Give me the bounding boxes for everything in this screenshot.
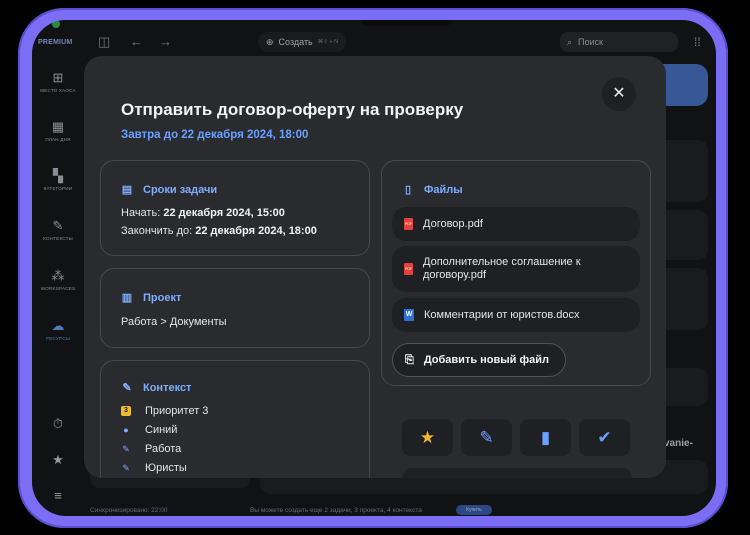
- context-item-label: Юристы: [145, 462, 187, 474]
- file-item[interactable]: PDF Договор.pdf: [392, 207, 640, 241]
- start-value: 22 декабря 2024, 15:00: [163, 207, 285, 219]
- palette-icon: ●: [123, 425, 129, 435]
- file-icon: ▯: [404, 184, 412, 196]
- clipboard-icon: ▥: [121, 292, 133, 304]
- star-icon: ★: [419, 428, 436, 447]
- files-heading: ▯ Файлы: [402, 183, 463, 197]
- project-card[interactable]: ▥ Проект Работа > Документы: [100, 268, 370, 348]
- context-item: 3 Приоритет 3: [121, 405, 208, 417]
- pdf-icon: PDF: [404, 263, 413, 275]
- file-item[interactable]: PDF Дополнительное соглашение к договору…: [392, 246, 640, 292]
- task-modal: ✕ Отправить договор-оферту на проверку З…: [84, 56, 666, 478]
- close-button[interactable]: ✕: [602, 77, 636, 111]
- delete-button[interactable]: ▮: [520, 419, 571, 456]
- end-line: Закончить до: 22 декабря 2024, 18:00: [121, 225, 317, 237]
- file-item[interactable]: W Комментарии от юристов.docx: [392, 298, 640, 332]
- file-name: Дополнительное соглашение к договору.pdf: [423, 256, 581, 281]
- context-item: ✎ Работа: [121, 443, 181, 455]
- app-screen: PREMIUM ⊞ Место хаоса ▦ План дня ▚ Катег…: [32, 20, 716, 516]
- end-label: Закончить до:: [121, 225, 193, 237]
- context-item-label: Приоритет 3: [145, 405, 209, 417]
- deadlines-heading: ▤ Сроки задачи: [121, 183, 218, 197]
- context-item-label: Работа: [145, 443, 182, 455]
- file-name: Комментарии от юристов.docx: [424, 309, 580, 321]
- complete-button[interactable]: ✔: [579, 419, 630, 456]
- end-value: 22 декабря 2024, 18:00: [195, 225, 317, 237]
- pdf-icon: PDF: [404, 218, 413, 230]
- project-heading-label: Проект: [143, 291, 182, 304]
- pin-icon: ✎: [122, 462, 130, 473]
- start-line: Начать: 22 декабря 2024, 15:00: [121, 207, 285, 219]
- task-title: Отправить договор-оферту на проверку: [121, 100, 464, 119]
- favorite-button[interactable]: ★: [402, 419, 453, 456]
- project-heading: ▥ Проект: [121, 291, 182, 305]
- context-card[interactable]: ✎ Контекст 3 Приоритет 3 ● Синий ✎ Работ…: [100, 360, 370, 478]
- calendar-icon: ▤: [121, 184, 133, 196]
- files-heading-label: Файлы: [424, 183, 463, 196]
- attach-file-icon: ⎘: [405, 353, 414, 366]
- delete-icon: ▮: [540, 428, 551, 447]
- files-card: ▯ Файлы PDF Договор.pdf PDF Дополнительн…: [381, 160, 651, 386]
- context-heading-label: Контекст: [143, 381, 192, 394]
- context-heading: ✎ Контекст: [121, 381, 192, 395]
- add-file-label: Добавить новый файл: [423, 354, 549, 366]
- context-item-label: Синий: [145, 424, 178, 436]
- start-label: Начать:: [121, 207, 161, 219]
- pin-icon: ✎: [122, 443, 130, 454]
- context-item: ● Синий: [121, 424, 177, 436]
- bottom-field: [402, 468, 632, 478]
- project-path: Работа > Документы: [121, 316, 227, 328]
- file-name: Договор.pdf: [423, 218, 483, 230]
- context-item: ✎ Юристы: [121, 462, 187, 474]
- deadlines-heading-label: Сроки задачи: [143, 183, 218, 196]
- deadlines-card[interactable]: ▤ Сроки задачи Начать: 22 декабря 2024, …: [100, 160, 370, 256]
- check-icon: ✔: [597, 428, 612, 447]
- edit-button[interactable]: ✎: [461, 419, 512, 456]
- task-due: Завтра до 22 декабря 2024, 18:00: [121, 129, 309, 141]
- word-icon: W: [404, 309, 414, 321]
- close-icon: ✕: [612, 85, 626, 102]
- add-file-button[interactable]: ⎘ Добавить новый файл: [392, 343, 566, 377]
- priority-badge: 3: [121, 406, 131, 416]
- pin-icon: ✎: [122, 382, 132, 394]
- edit-icon: ✎: [479, 428, 494, 447]
